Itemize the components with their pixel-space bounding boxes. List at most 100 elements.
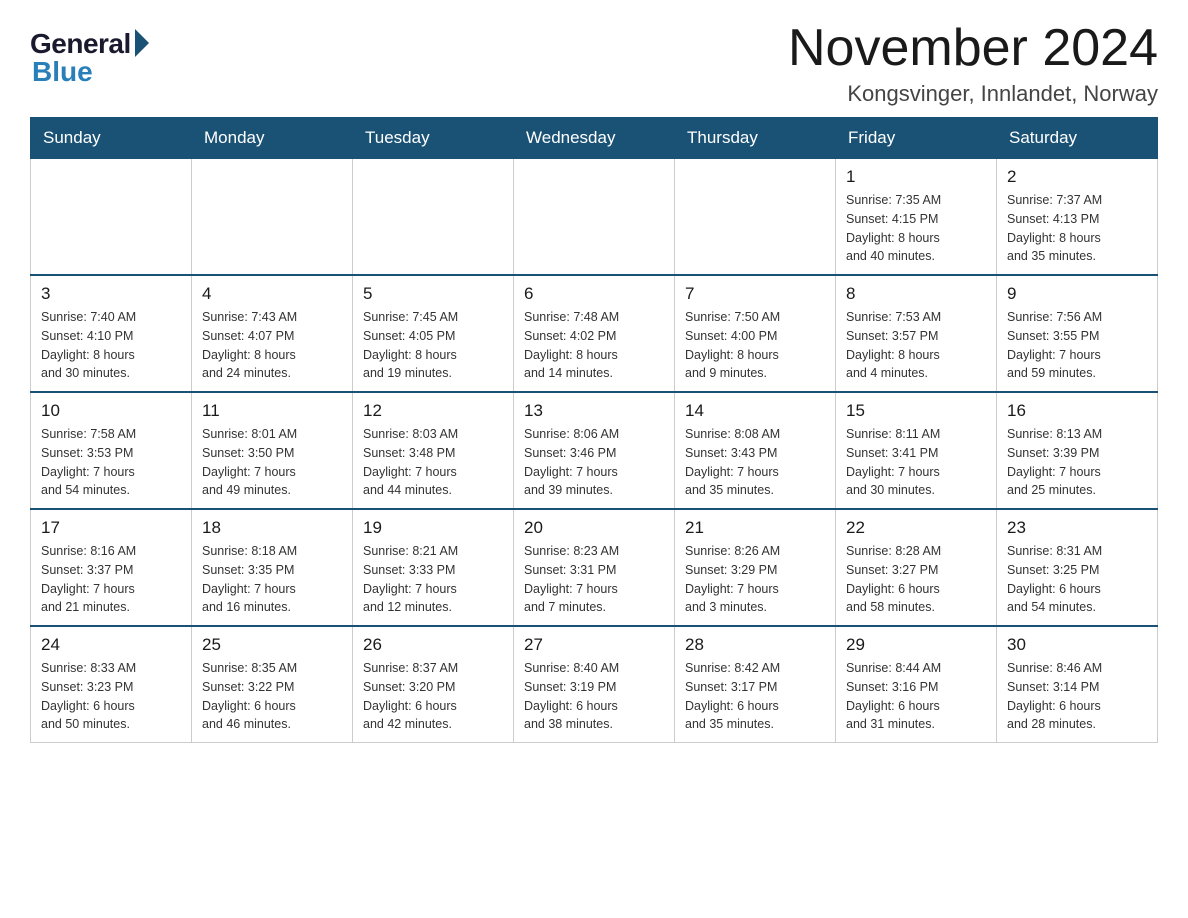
day-number: 27 xyxy=(524,635,664,655)
day-info: Sunrise: 8:13 AM Sunset: 3:39 PM Dayligh… xyxy=(1007,425,1147,500)
day-info: Sunrise: 8:01 AM Sunset: 3:50 PM Dayligh… xyxy=(202,425,342,500)
logo-blue-text: Blue xyxy=(32,56,93,88)
cell-week3-day1: 11 Sunrise: 8:01 AM Sunset: 3:50 PM Dayli… xyxy=(192,392,353,509)
cell-week2-day2: 5 Sunrise: 7:45 AM Sunset: 4:05 PM Daylig… xyxy=(353,275,514,392)
day-number: 2 xyxy=(1007,167,1147,187)
day-info: Sunrise: 8:33 AM Sunset: 3:23 PM Dayligh… xyxy=(41,659,181,734)
day-number: 13 xyxy=(524,401,664,421)
cell-week3-day3: 13 Sunrise: 8:06 AM Sunset: 3:46 PM Dayli… xyxy=(514,392,675,509)
day-info: Sunrise: 8:03 AM Sunset: 3:48 PM Dayligh… xyxy=(363,425,503,500)
day-number: 19 xyxy=(363,518,503,538)
day-info: Sunrise: 8:28 AM Sunset: 3:27 PM Dayligh… xyxy=(846,542,986,617)
day-info: Sunrise: 8:18 AM Sunset: 3:35 PM Dayligh… xyxy=(202,542,342,617)
day-info: Sunrise: 8:08 AM Sunset: 3:43 PM Dayligh… xyxy=(685,425,825,500)
cell-week5-day5: 29Sunrise: 8:44 AM Sunset: 3:16 PM Dayli… xyxy=(836,626,997,743)
cell-week3-day6: 16 Sunrise: 8:13 AM Sunset: 3:39 PM Dayli… xyxy=(997,392,1158,509)
day-number: 28 xyxy=(685,635,825,655)
logo: General Blue xyxy=(30,20,149,88)
cell-week2-day0: 3Sunrise: 7:40 AM Sunset: 4:10 PM Daylig… xyxy=(31,275,192,392)
day-info: Sunrise: 7:50 AM Sunset: 4:00 PM Dayligh… xyxy=(685,308,825,383)
cell-week2-day6: 9Sunrise: 7:56 AM Sunset: 3:55 PM Daylig… xyxy=(997,275,1158,392)
day-number: 10 xyxy=(41,401,181,421)
day-number: 5 xyxy=(363,284,503,304)
day-number: 23 xyxy=(1007,518,1147,538)
day-number: 8 xyxy=(846,284,986,304)
day-number: 18 xyxy=(202,518,342,538)
month-year-title: November 2024 xyxy=(788,20,1158,77)
cell-week2-day3: 6Sunrise: 7:48 AM Sunset: 4:02 PM Daylig… xyxy=(514,275,675,392)
day-info: Sunrise: 7:43 AM Sunset: 4:07 PM Dayligh… xyxy=(202,308,342,383)
day-number: 24 xyxy=(41,635,181,655)
cell-week1-day6: 2 Sunrise: 7:37 AM Sunset: 4:13 PM Daylig… xyxy=(997,159,1158,276)
header-monday: Monday xyxy=(192,118,353,159)
header-tuesday: Tuesday xyxy=(353,118,514,159)
cell-week1-day2 xyxy=(353,159,514,276)
cell-week5-day3: 27 Sunrise: 8:40 AM Sunset: 3:19 PM Dayli… xyxy=(514,626,675,743)
week-row-5: 24 Sunrise: 8:33 AM Sunset: 3:23 PM Dayli… xyxy=(31,626,1158,743)
day-info: Sunrise: 7:45 AM Sunset: 4:05 PM Dayligh… xyxy=(363,308,503,383)
day-number: 4 xyxy=(202,284,342,304)
week-row-1: 1 Sunrise: 7:35 AM Sunset: 4:15 PM Daylig… xyxy=(31,159,1158,276)
day-info: Sunrise: 7:37 AM Sunset: 4:13 PM Dayligh… xyxy=(1007,191,1147,266)
day-info: Sunrise: 8:40 AM Sunset: 3:19 PM Dayligh… xyxy=(524,659,664,734)
day-number: 6 xyxy=(524,284,664,304)
cell-week4-day2: 19 Sunrise: 8:21 AM Sunset: 3:33 PM Dayli… xyxy=(353,509,514,626)
logo-triangle-icon xyxy=(135,29,149,57)
cell-week4-day0: 17 Sunrise: 8:16 AM Sunset: 3:37 PM Dayli… xyxy=(31,509,192,626)
day-info: Sunrise: 8:37 AM Sunset: 3:20 PM Dayligh… xyxy=(363,659,503,734)
cell-week4-day5: 22 Sunrise: 8:28 AM Sunset: 3:27 PM Dayli… xyxy=(836,509,997,626)
day-info: Sunrise: 7:58 AM Sunset: 3:53 PM Dayligh… xyxy=(41,425,181,500)
cell-week1-day3 xyxy=(514,159,675,276)
cell-week2-day1: 4 Sunrise: 7:43 AM Sunset: 4:07 PM Daylig… xyxy=(192,275,353,392)
cell-week2-day5: 8 Sunrise: 7:53 AM Sunset: 3:57 PM Daylig… xyxy=(836,275,997,392)
header: General Blue November 2024 Kongsvinger, … xyxy=(30,20,1158,107)
day-info: Sunrise: 8:06 AM Sunset: 3:46 PM Dayligh… xyxy=(524,425,664,500)
cell-week1-day1 xyxy=(192,159,353,276)
day-info: Sunrise: 8:31 AM Sunset: 3:25 PM Dayligh… xyxy=(1007,542,1147,617)
header-friday: Friday xyxy=(836,118,997,159)
header-thursday: Thursday xyxy=(675,118,836,159)
cell-week1-day4 xyxy=(675,159,836,276)
day-number: 29 xyxy=(846,635,986,655)
day-number: 17 xyxy=(41,518,181,538)
day-number: 21 xyxy=(685,518,825,538)
cell-week4-day3: 20Sunrise: 8:23 AM Sunset: 3:31 PM Dayli… xyxy=(514,509,675,626)
week-row-3: 10 Sunrise: 7:58 AM Sunset: 3:53 PM Dayli… xyxy=(31,392,1158,509)
title-area: November 2024 Kongsvinger, Innlandet, No… xyxy=(788,20,1158,107)
header-sunday: Sunday xyxy=(31,118,192,159)
cell-week4-day6: 23 Sunrise: 8:31 AM Sunset: 3:25 PM Dayli… xyxy=(997,509,1158,626)
cell-week5-day2: 26 Sunrise: 8:37 AM Sunset: 3:20 PM Dayli… xyxy=(353,626,514,743)
cell-week5-day0: 24 Sunrise: 8:33 AM Sunset: 3:23 PM Dayli… xyxy=(31,626,192,743)
day-info: Sunrise: 8:21 AM Sunset: 3:33 PM Dayligh… xyxy=(363,542,503,617)
day-info: Sunrise: 8:42 AM Sunset: 3:17 PM Dayligh… xyxy=(685,659,825,734)
day-info: Sunrise: 8:23 AM Sunset: 3:31 PM Dayligh… xyxy=(524,542,664,617)
day-number: 14 xyxy=(685,401,825,421)
day-info: Sunrise: 8:16 AM Sunset: 3:37 PM Dayligh… xyxy=(41,542,181,617)
day-info: Sunrise: 8:11 AM Sunset: 3:41 PM Dayligh… xyxy=(846,425,986,500)
cell-week5-day6: 30 Sunrise: 8:46 AM Sunset: 3:14 PM Dayli… xyxy=(997,626,1158,743)
day-info: Sunrise: 7:40 AM Sunset: 4:10 PM Dayligh… xyxy=(41,308,181,383)
day-number: 11 xyxy=(202,401,342,421)
cell-week3-day2: 12 Sunrise: 8:03 AM Sunset: 3:48 PM Dayli… xyxy=(353,392,514,509)
weekday-header-row: Sunday Monday Tuesday Wednesday Thursday… xyxy=(31,118,1158,159)
cell-week4-day4: 21 Sunrise: 8:26 AM Sunset: 3:29 PM Dayli… xyxy=(675,509,836,626)
day-info: Sunrise: 7:35 AM Sunset: 4:15 PM Dayligh… xyxy=(846,191,986,266)
week-row-4: 17 Sunrise: 8:16 AM Sunset: 3:37 PM Dayli… xyxy=(31,509,1158,626)
cell-week4-day1: 18 Sunrise: 8:18 AM Sunset: 3:35 PM Dayli… xyxy=(192,509,353,626)
day-info: Sunrise: 8:26 AM Sunset: 3:29 PM Dayligh… xyxy=(685,542,825,617)
day-info: Sunrise: 8:35 AM Sunset: 3:22 PM Dayligh… xyxy=(202,659,342,734)
day-number: 16 xyxy=(1007,401,1147,421)
day-info: Sunrise: 8:46 AM Sunset: 3:14 PM Dayligh… xyxy=(1007,659,1147,734)
day-number: 30 xyxy=(1007,635,1147,655)
cell-week2-day4: 7 Sunrise: 7:50 AM Sunset: 4:00 PM Daylig… xyxy=(675,275,836,392)
day-number: 26 xyxy=(363,635,503,655)
cell-week3-day0: 10 Sunrise: 7:58 AM Sunset: 3:53 PM Dayli… xyxy=(31,392,192,509)
day-number: 7 xyxy=(685,284,825,304)
day-info: Sunrise: 7:53 AM Sunset: 3:57 PM Dayligh… xyxy=(846,308,986,383)
cell-week5-day4: 28 Sunrise: 8:42 AM Sunset: 3:17 PM Dayli… xyxy=(675,626,836,743)
day-number: 22 xyxy=(846,518,986,538)
day-number: 12 xyxy=(363,401,503,421)
day-number: 1 xyxy=(846,167,986,187)
calendar-table: Sunday Monday Tuesday Wednesday Thursday… xyxy=(30,117,1158,743)
location-subtitle: Kongsvinger, Innlandet, Norway xyxy=(788,81,1158,107)
